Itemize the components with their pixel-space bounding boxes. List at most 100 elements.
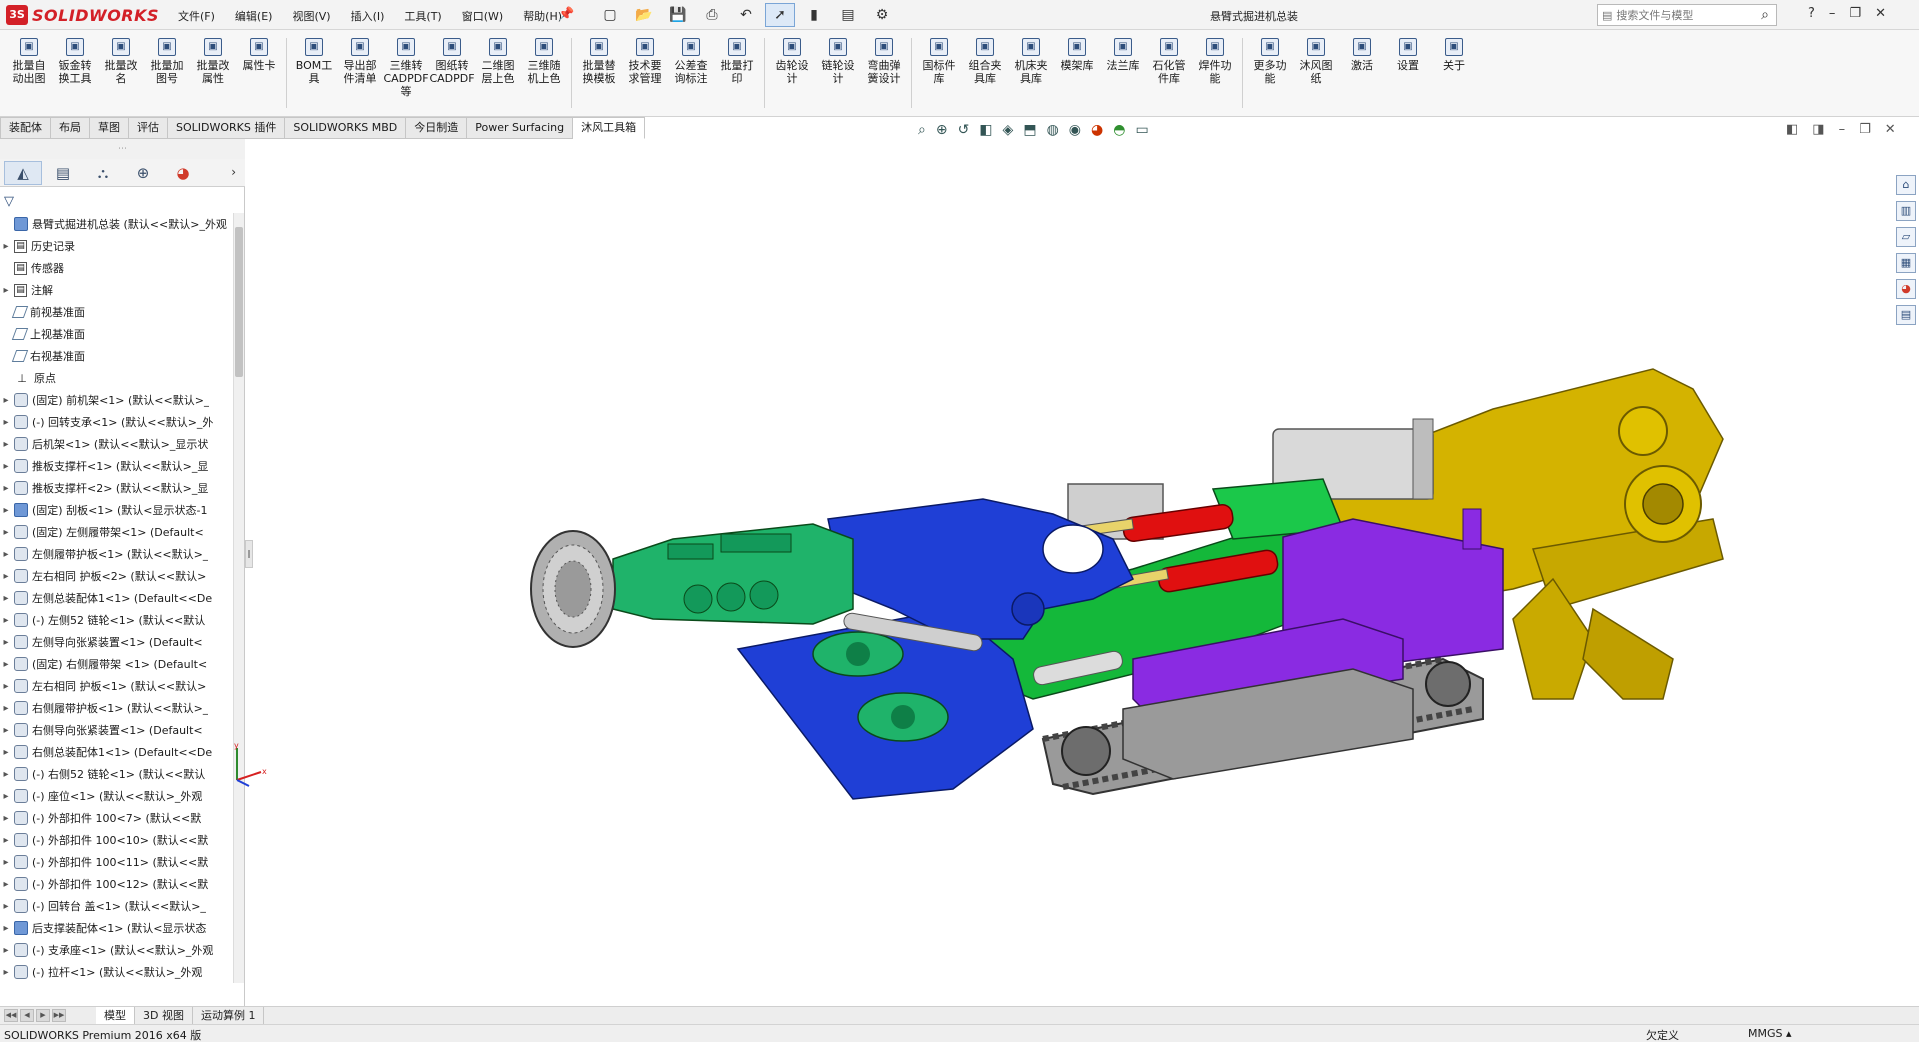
tree-item[interactable]: ▸ (-) 回转台 盖<1> (默认<<默认>_ (0, 895, 233, 917)
tree-item[interactable]: ▸ 后机架<1> (默认<<默认>_显示状 (0, 433, 233, 455)
expand-arrow-icon[interactable]: ▸ (0, 681, 12, 692)
menu-item[interactable]: 插入(I) (351, 8, 385, 24)
expand-arrow-icon[interactable]: ▸ (0, 417, 12, 428)
tool-button[interactable]: ▣ 国标件 库 (916, 38, 962, 85)
expand-arrow-icon[interactable]: ▸ (0, 923, 12, 934)
tool-button[interactable]: ▣ 齿轮设 计 (769, 38, 815, 85)
tool-button[interactable]: ▣ 图纸转 CADPDF (429, 38, 475, 85)
zoom-area-icon[interactable]: ⊕ (936, 122, 948, 138)
zoom-to-fit-icon[interactable]: ⌕ (918, 122, 926, 138)
previous-view-icon[interactable]: ↺ (958, 122, 970, 138)
pin-menu-icon[interactable]: 📌 (558, 7, 574, 22)
unit-system[interactable]: MMGS ▴ (1748, 1027, 1792, 1040)
bottom-tab[interactable]: 运动算例 1 (193, 1007, 265, 1024)
view-settings-icon[interactable]: ▭ (1135, 122, 1148, 138)
undo-icon[interactable]: ↶ (731, 3, 761, 27)
filter-icon[interactable]: ▽ (4, 194, 14, 209)
expand-arrow-icon[interactable]: ▸ (0, 747, 12, 758)
cutter-head[interactable] (530, 530, 616, 648)
viewport-minimize-icon[interactable]: – (1839, 122, 1846, 137)
print-icon[interactable]: ⎙ (697, 3, 727, 27)
tree-item[interactable]: ▸ ▤ 历史记录 (0, 235, 233, 257)
expand-arrow-icon[interactable]: ▸ (0, 857, 12, 868)
tree-item[interactable]: ▸ (固定) 左侧履带架<1> (Default< (0, 521, 233, 543)
graphics-area[interactable]: y x (234, 139, 1893, 1006)
tool-button[interactable]: ▣ 批量打 印 (714, 38, 760, 85)
last-tab-icon[interactable]: ▶▶ (52, 1009, 66, 1022)
expand-arrow-icon[interactable]: ▸ (0, 791, 12, 802)
expand-arrow-icon[interactable]: ▸ (0, 813, 12, 824)
open-file-icon[interactable]: 📂 (629, 3, 659, 27)
menu-item[interactable]: 工具(T) (404, 8, 441, 24)
section-view-icon[interactable]: ◧ (979, 122, 992, 138)
tool-button[interactable]: ▣ 二维图 层上色 (475, 38, 521, 85)
edit-appearance-icon[interactable]: ◕ (1091, 122, 1103, 138)
expand-arrow-icon[interactable]: ▸ (0, 879, 12, 890)
expand-arrow-icon[interactable]: ▸ (0, 593, 12, 604)
ribbon-tab[interactable]: 布局 (51, 117, 90, 139)
expand-arrow-icon[interactable]: ▸ (0, 549, 12, 560)
expand-arrow-icon[interactable]: ▸ (0, 285, 12, 296)
viewport-close-icon[interactable]: ✕ (1885, 122, 1896, 137)
ribbon-tab[interactable]: 今日制造 (406, 117, 468, 139)
tree-item[interactable]: 右视基准面 (0, 345, 233, 367)
tool-button[interactable]: ▣ 属性卡 (236, 38, 282, 72)
minimize-icon[interactable]: – (1829, 6, 1836, 21)
expand-arrow-icon[interactable]: ▸ (0, 439, 12, 450)
hide-show-icon[interactable]: ◉ (1069, 122, 1081, 138)
select-arrow-icon[interactable]: ➚ (765, 3, 795, 27)
tool-button[interactable]: ▣ 关于 (1431, 38, 1477, 72)
expand-arrow-icon[interactable]: ▸ (0, 835, 12, 846)
tree-item[interactable]: ▸ (-) 外部扣件 100<12> (默认<<默 (0, 873, 233, 895)
tree-item[interactable]: ▸ (-) 拉杆<1> (默认<<默认>_外观 (0, 961, 233, 983)
ribbon-tab[interactable]: SOLIDWORKS 插件 (168, 117, 286, 139)
design-library-icon[interactable]: ▥ (1896, 201, 1916, 221)
tool-button[interactable]: ▣ 组合夹 具库 (962, 38, 1008, 85)
tool-button[interactable]: ▣ 模架库 (1054, 38, 1100, 72)
tree-item[interactable]: ▸ (-) 外部扣件 100<7> (默认<<默 (0, 807, 233, 829)
panel-grip[interactable]: ⋯ (0, 139, 245, 159)
view-orientation-icon[interactable]: ⬒ (1023, 122, 1036, 138)
prev-tab-icon[interactable]: ◀ (20, 1009, 34, 1022)
view-palette-icon[interactable]: ▦ (1896, 253, 1916, 273)
next-tab-icon[interactable]: ▶ (36, 1009, 50, 1022)
tree-scroll-thumb[interactable] (235, 227, 243, 377)
tool-button[interactable]: ▣ 批量自 动出图 (6, 38, 52, 85)
first-tab-icon[interactable]: ◀◀ (4, 1009, 18, 1022)
expand-arrow-icon[interactable]: ▸ (0, 241, 12, 252)
tree-item[interactable]: ▸ 右侧履带护板<1> (默认<<默认>_ (0, 697, 233, 719)
tool-button[interactable]: ▣ 设置 (1385, 38, 1431, 72)
tool-button[interactable]: ▣ 更多功 能 (1247, 38, 1293, 85)
scene-icon[interactable]: ◓ (1113, 122, 1125, 138)
expand-arrow-icon[interactable]: ▸ (0, 615, 12, 626)
expand-arrow-icon[interactable]: ▸ (0, 901, 12, 912)
close-icon[interactable]: ✕ (1875, 6, 1886, 21)
dynamic-annotation-icon[interactable]: ◈ (1003, 122, 1014, 138)
tree-item[interactable]: ▸ 左右相同 护板<2> (默认<<默认> (0, 565, 233, 587)
bottom-tab[interactable]: 3D 视图 (135, 1007, 193, 1024)
tool-button[interactable]: ▣ 石化管 件库 (1146, 38, 1192, 85)
new-file-icon[interactable]: ▢ (595, 3, 625, 27)
tunneling-machine-model[interactable] (253, 139, 1893, 1006)
solidworks-logo[interactable]: 3S SOLIDWORKS (6, 5, 159, 25)
expand-arrow-icon[interactable]: ▸ (0, 505, 12, 516)
tree-item[interactable]: ⊥ 原点 (0, 367, 233, 389)
home-icon[interactable]: ⌂ (1896, 175, 1916, 195)
tree-scrollbar[interactable] (233, 213, 244, 983)
expand-arrow-icon[interactable]: ▸ (0, 395, 12, 406)
tool-button[interactable]: ▣ 弯曲弹 簧设计 (861, 38, 907, 85)
tree-item[interactable]: ▸ (-) 左侧52 链轮<1> (默认<<默认 (0, 609, 233, 631)
tool-button[interactable]: ▣ 批量加 图号 (144, 38, 190, 85)
expand-arrow-icon[interactable]: ▸ (0, 967, 12, 978)
tree-item[interactable]: ▸ (固定) 右侧履带架 <1> (Default< (0, 653, 233, 675)
expand-arrow-icon[interactable]: ▸ (0, 945, 12, 956)
rebuild-icon[interactable]: ▮ (799, 3, 829, 27)
appearances-icon[interactable]: ◕ (1896, 279, 1916, 299)
save-icon[interactable]: 💾 (663, 3, 693, 27)
tree-item[interactable]: ▸ 左侧导向张紧装置<1> (Default< (0, 631, 233, 653)
tool-button[interactable]: ▣ 公差查 询标注 (668, 38, 714, 85)
restore-icon[interactable]: ❐ (1849, 6, 1861, 21)
expand-arrow-icon[interactable]: ▸ (0, 769, 12, 780)
display-style-icon[interactable]: ◍ (1047, 122, 1059, 138)
tree-item[interactable]: ▸ (-) 外部扣件 100<11> (默认<<默 (0, 851, 233, 873)
